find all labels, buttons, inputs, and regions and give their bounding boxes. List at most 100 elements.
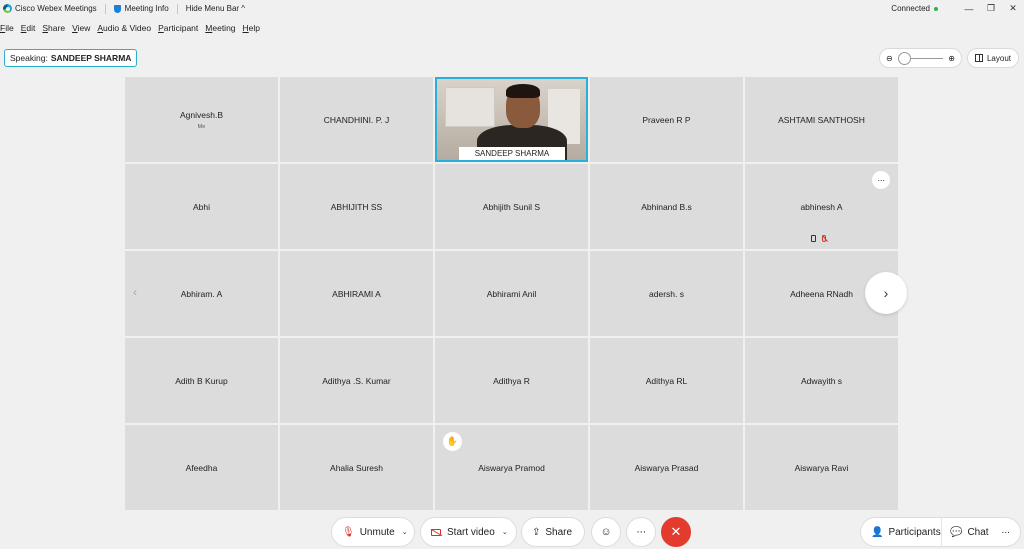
unmute-button[interactable]: 🎙 Unmute ⌄ xyxy=(331,517,415,547)
participant-tile[interactable]: ASHTAMI SANTHOSH xyxy=(745,77,898,162)
participant-tile[interactable]: ABHIRAMI A xyxy=(280,251,433,336)
participant-name: Abhinand B.s xyxy=(641,201,692,212)
participant-tile[interactable]: Abhijith Sunil S xyxy=(435,164,588,249)
zoom-out-icon[interactable]: ⊖ xyxy=(886,54,893,63)
participant-grid: Agnivesh.B Me CHANDHINI. P. J SANDEEP SH… xyxy=(125,77,899,512)
participants-panel-button[interactable]: 👤 Participants xyxy=(860,517,942,547)
share-icon: ⇪ xyxy=(532,526,541,538)
share-button[interactable]: ⇪ Share xyxy=(521,517,585,547)
speaking-name: SANDEEP SHARMA xyxy=(50,53,132,63)
menu-edit[interactable]: Edit xyxy=(21,23,36,33)
video-background-board xyxy=(445,87,495,127)
video-off-icon xyxy=(431,528,441,536)
chevron-down-icon[interactable]: ⌄ xyxy=(502,528,508,536)
layout-label: Layout xyxy=(986,53,1012,63)
participant-tile[interactable]: Abhi xyxy=(125,164,278,249)
menu-view[interactable]: View xyxy=(72,23,90,33)
more-panels-button[interactable]: ··· xyxy=(991,517,1021,547)
connection-status: Connected xyxy=(891,4,930,13)
participant-tile[interactable]: Agnivesh.B Me xyxy=(125,77,278,162)
unmute-label: Unmute xyxy=(359,526,395,538)
participant-name: ABHIJITH SS xyxy=(330,201,383,212)
participant-tile[interactable]: Afeedha xyxy=(125,425,278,510)
shield-icon xyxy=(113,4,121,13)
participant-tile[interactable]: ABHIJITH SS xyxy=(280,164,433,249)
participant-tile[interactable]: Abhirami Anil xyxy=(435,251,588,336)
participant-name: Aiswarya Prasad xyxy=(634,462,699,473)
divider xyxy=(176,3,178,14)
participant-tile[interactable]: Adith B Kurup xyxy=(125,338,278,423)
start-video-button[interactable]: Start video ⌄ xyxy=(420,517,517,547)
menu-bar: File Edit Share View Audio & Video Parti… xyxy=(0,21,267,35)
participant-tile[interactable]: CHANDHINI. P. J xyxy=(280,77,433,162)
title-bar: Cisco Webex Meetings Meeting Info Hide M… xyxy=(0,0,1024,17)
participant-tile[interactable]: ··· abhinesh A xyxy=(745,164,898,249)
more-options-button[interactable]: ··· xyxy=(626,517,656,547)
active-speaker-badge: Speaking: SANDEEP SHARMA xyxy=(4,49,138,67)
phone-icon xyxy=(811,235,816,242)
raised-hand-icon: ✋ xyxy=(443,432,462,451)
leave-meeting-button[interactable]: ✕ xyxy=(661,517,691,547)
next-page-button[interactable]: › xyxy=(865,272,907,314)
share-label: Share xyxy=(545,526,573,538)
menu-audio-video[interactable]: Audio & Video xyxy=(97,23,151,33)
mic-muted-icon xyxy=(822,235,826,242)
mic-muted-icon: 🎙 xyxy=(342,526,355,538)
minimize-button[interactable]: — xyxy=(958,0,980,17)
participant-name: Adwayith s xyxy=(800,375,843,386)
participant-tile[interactable]: Abhinand B.s xyxy=(590,164,743,249)
participant-name: Ahalia Suresh xyxy=(330,462,383,473)
participant-name: adersh. s xyxy=(649,288,684,299)
window-controls: Connected — ❐ ✕ xyxy=(891,0,1024,17)
participant-tile[interactable]: Ahalia Suresh xyxy=(280,425,433,510)
meeting-info-button[interactable]: Meeting Info xyxy=(125,4,169,13)
previous-page-chevron-icon[interactable]: ‹ xyxy=(133,285,137,299)
participant-name: Adith B Kurup xyxy=(175,375,228,386)
zoom-slider-thumb[interactable] xyxy=(897,51,911,65)
participant-tile[interactable]: Abhiram. A xyxy=(125,251,278,336)
reactions-button[interactable]: ☺ xyxy=(591,517,621,547)
participant-name: abhinesh A xyxy=(800,201,843,212)
tile-more-options-button[interactable]: ··· xyxy=(872,171,890,189)
participant-name: Abhiram. A xyxy=(180,288,223,299)
menu-participant[interactable]: Participant xyxy=(158,23,198,33)
participant-name: Praveen R P xyxy=(642,114,691,125)
participant-tile[interactable]: adersh. s xyxy=(590,251,743,336)
participant-name: Aiswarya Ravi xyxy=(794,462,849,473)
participant-name: Agnivesh.B xyxy=(180,109,223,120)
chevron-down-icon[interactable]: ⌄ xyxy=(402,528,408,536)
close-window-button[interactable]: ✕ xyxy=(1002,0,1024,17)
hide-menu-bar-button[interactable]: Hide Menu Bar ^ xyxy=(186,4,245,13)
participant-tile[interactable]: Praveen R P xyxy=(590,77,743,162)
participant-name: Abhi xyxy=(192,201,210,212)
participant-status-icons xyxy=(811,235,826,242)
participants-label: Participants xyxy=(888,526,941,538)
connected-dot-icon xyxy=(934,6,938,11)
participant-tile[interactable]: Adwayith s xyxy=(745,338,898,423)
menu-file[interactable]: File xyxy=(0,23,14,33)
participant-name: Abhirami Anil xyxy=(486,288,537,299)
zoom-in-icon[interactable]: ⊕ xyxy=(948,54,955,63)
layout-button[interactable]: Layout xyxy=(967,48,1019,68)
participant-tile[interactable]: Adithya R xyxy=(435,338,588,423)
participant-tile[interactable]: Aiswarya Ravi xyxy=(745,425,898,510)
app-title: Cisco Webex Meetings xyxy=(15,4,97,13)
participant-tile[interactable]: Adithya RL xyxy=(590,338,743,423)
menu-share[interactable]: Share xyxy=(42,23,65,33)
participant-name: Adithya .S. Kumar xyxy=(322,375,391,386)
active-speaker-video-tile[interactable]: SANDEEP SHARMA xyxy=(435,77,588,162)
restore-button[interactable]: ❐ xyxy=(980,0,1002,17)
menu-meeting[interactable]: Meeting xyxy=(205,23,235,33)
divider xyxy=(104,3,106,14)
participant-tile[interactable]: Aiswarya Prasad xyxy=(590,425,743,510)
zoom-control: ⊖ ⊕ xyxy=(879,48,962,68)
video-name-label: SANDEEP SHARMA xyxy=(459,147,565,160)
participant-name: Afeedha xyxy=(185,462,218,473)
participant-tile[interactable]: Adithya .S. Kumar xyxy=(280,338,433,423)
chat-panel-button[interactable]: 💬 Chat xyxy=(941,517,991,547)
zoom-slider[interactable] xyxy=(897,51,944,65)
participant-name: Abhijith Sunil S xyxy=(482,201,541,212)
participant-tile[interactable]: ✋ Aiswarya Pramod xyxy=(435,425,588,510)
participant-name: Aiswarya Pramod xyxy=(478,462,545,473)
menu-help[interactable]: Help xyxy=(243,23,260,33)
